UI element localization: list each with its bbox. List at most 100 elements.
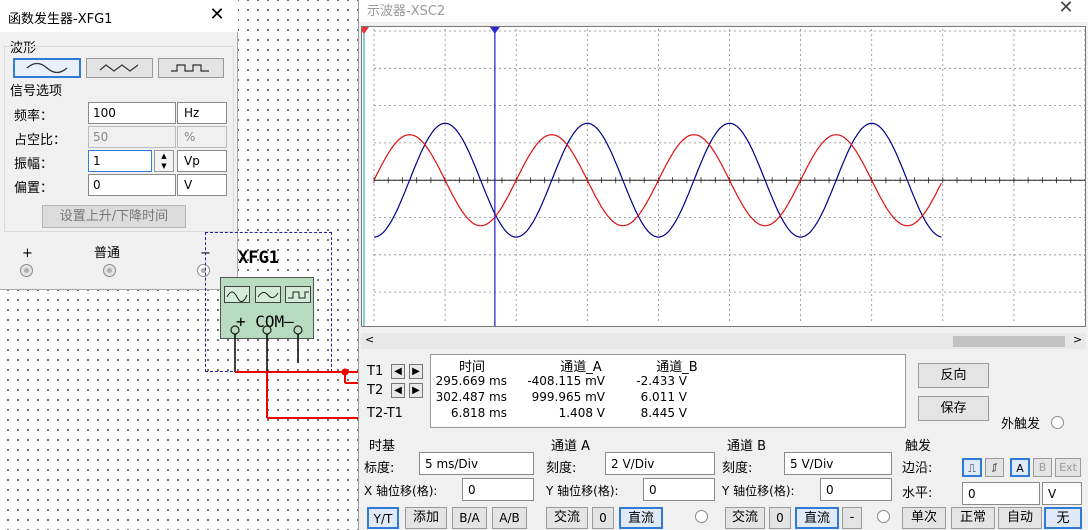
rising-edge-icon[interactable]: ⎍: [962, 458, 982, 477]
oscilloscope-screen[interactable]: [359, 26, 1086, 330]
oscilloscope-window: 示波器-XSC2 ✕ < > T1 T2 T2-T1 ◀ ▶ ◀ ▶ 时间 通道…: [358, 0, 1088, 530]
mode-ba-button[interactable]: B/A: [452, 507, 487, 529]
cell-t2-b: 6.011 V: [640, 390, 687, 404]
col-header-channel-b: 通道_B: [656, 360, 698, 375]
trigger-level-unit[interactable]: V: [1042, 482, 1082, 505]
trigger-single-button[interactable]: 单次: [902, 507, 946, 529]
cursor-readout-table: 时间 通道_A 通道_B 295.669 ms -408.115 mV -2.4…: [430, 354, 906, 428]
duty-cycle-unit: %: [177, 126, 227, 148]
falling-edge-icon[interactable]: ⎎: [985, 458, 1004, 477]
close-icon[interactable]: ✕: [1055, 0, 1077, 18]
xfg-sine2-icon: [255, 286, 281, 303]
channel-a-scale-input[interactable]: 2 V/Div: [605, 452, 715, 475]
terminal-plus-label: +: [22, 246, 33, 261]
ext-trigger-label: 外触发: [1001, 417, 1041, 432]
mode-ab-button[interactable]: A/B: [492, 507, 527, 529]
trigger-auto-button[interactable]: 自动: [998, 507, 1042, 529]
channel-b-y-position-input[interactable]: 0: [820, 478, 892, 501]
terminal-common[interactable]: [103, 264, 116, 277]
channel-a-title: 通道 A: [551, 439, 591, 454]
cell-diff-b: 8.445 V: [640, 406, 687, 420]
signal-options-label: 信号选项: [10, 84, 63, 99]
col-header-channel-a: 通道_A: [560, 360, 602, 375]
mode-yt-button[interactable]: Y/T: [367, 507, 399, 529]
frequency-input[interactable]: 100: [88, 102, 176, 124]
offset-label: 偏置：: [14, 181, 54, 196]
fg-title: 函数发生器-XFG1: [8, 12, 113, 27]
spinner-down-icon[interactable]: ▼: [155, 161, 173, 171]
amplitude-label: 振幅：: [14, 157, 54, 172]
cell-t2-time: 302.487 ms: [435, 390, 507, 404]
cell-t1-b: -2.433 V: [636, 374, 687, 388]
channel-b-scale-input[interactable]: 5 V/Div: [784, 452, 892, 475]
channel-b-invert-button[interactable]: -: [842, 507, 862, 529]
sine-wave-button[interactable]: [13, 58, 81, 78]
x-position-input[interactable]: 0: [462, 478, 534, 501]
xfg-sine-icon: [224, 286, 250, 303]
cursor-t1-marker: [359, 27, 369, 34]
offset-input[interactable]: 0: [88, 174, 176, 196]
channel-a-dc-button[interactable]: 直流: [619, 507, 663, 529]
terminal-plus[interactable]: [20, 264, 33, 277]
timebase-scale-label: 标度:: [364, 461, 395, 476]
scroll-right-icon[interactable]: >: [1073, 333, 1082, 346]
ext-trigger-terminal[interactable]: [1051, 416, 1064, 429]
trigger-level-label: 水平:: [902, 486, 933, 501]
amplitude-spinner[interactable]: ▲ ▼: [154, 150, 174, 172]
channel-b-dc-button[interactable]: 直流: [795, 507, 839, 529]
timebase-title: 时基: [369, 439, 396, 454]
channel-a-y-position-input[interactable]: 0: [643, 478, 715, 501]
frequency-unit-select[interactable]: Hz: [177, 102, 227, 124]
close-icon[interactable]: ✕: [206, 4, 228, 25]
cell-diff-a: 1.408 V: [558, 406, 605, 420]
spinner-up-icon[interactable]: ▲: [155, 151, 173, 161]
trigger-none-button[interactable]: 无: [1044, 507, 1082, 529]
triangle-wave-icon: [99, 64, 138, 72]
offset-unit-select[interactable]: V: [177, 174, 227, 196]
trigger-source-a-button[interactable]: A: [1010, 458, 1030, 477]
cell-t1-a: -408.115 mV: [527, 374, 605, 388]
amplitude-unit-select[interactable]: Vp: [177, 150, 227, 172]
sine-wave-icon: [26, 62, 68, 74]
cursor-labels: T1 T2 T2-T1 ◀ ▶ ◀ ▶: [359, 354, 429, 428]
channel-b-zero-button[interactable]: 0: [769, 507, 791, 529]
scope-plot: [359, 27, 1086, 330]
triangle-wave-button[interactable]: [86, 58, 153, 78]
channel-b-scale-label: 刻度:: [722, 461, 753, 476]
cursor-t2-marker: [489, 27, 500, 34]
t2-right-arrow-icon[interactable]: ▶: [409, 383, 423, 398]
channel-b-title: 通道 B: [727, 439, 767, 454]
square-wave-button[interactable]: [158, 58, 224, 78]
scroll-left-icon[interactable]: <: [365, 333, 374, 346]
reverse-button[interactable]: 反向: [918, 363, 989, 388]
channel-a-terminal[interactable]: [695, 510, 708, 523]
cursor-t2-label: T2: [367, 383, 384, 398]
amplitude-input[interactable]: 1: [88, 150, 152, 172]
trigger-normal-button[interactable]: 正常: [951, 507, 995, 529]
duty-cycle-input: 50: [88, 126, 176, 148]
osc-titlebar: [359, 0, 1088, 22]
trigger-level-input[interactable]: 0: [962, 482, 1040, 505]
save-button[interactable]: 保存: [918, 396, 989, 421]
channel-a-scale-label: 刻度:: [546, 461, 577, 476]
trigger-source-ext-button[interactable]: Ext: [1055, 458, 1081, 477]
channel-b-terminal[interactable]: [877, 510, 890, 523]
trigger-source-b-button[interactable]: B: [1033, 458, 1052, 477]
cell-t2-a: 999.965 mV: [531, 390, 605, 404]
trigger-edge-label: 边沿:: [902, 461, 933, 476]
channel-a-zero-button[interactable]: 0: [592, 507, 614, 529]
trigger-title: 触发: [905, 439, 932, 454]
col-header-time: 时间: [458, 360, 485, 375]
channel-b-ac-button[interactable]: 交流: [725, 507, 765, 529]
channel-a-ac-button[interactable]: 交流: [546, 507, 588, 529]
t1-right-arrow-icon[interactable]: ▶: [409, 364, 423, 379]
horizontal-scrollbar[interactable]: < >: [361, 333, 1086, 349]
scroll-thumb[interactable]: [953, 336, 1065, 347]
timebase-scale-input[interactable]: 5 ms/Div: [419, 452, 534, 475]
x-position-label: X 轴位移(格):: [364, 484, 438, 498]
t2-left-arrow-icon[interactable]: ◀: [391, 383, 405, 398]
channel-a-y-position-label: Y 轴位移(格):: [546, 484, 619, 498]
mode-add-button[interactable]: 添加: [405, 507, 447, 529]
t1-left-arrow-icon[interactable]: ◀: [391, 364, 405, 379]
function-generator-window: 函数发生器-XFG1 ✕ 波形 信号选项 频率： 100 Hz 占空比： 50 …: [0, 0, 238, 290]
